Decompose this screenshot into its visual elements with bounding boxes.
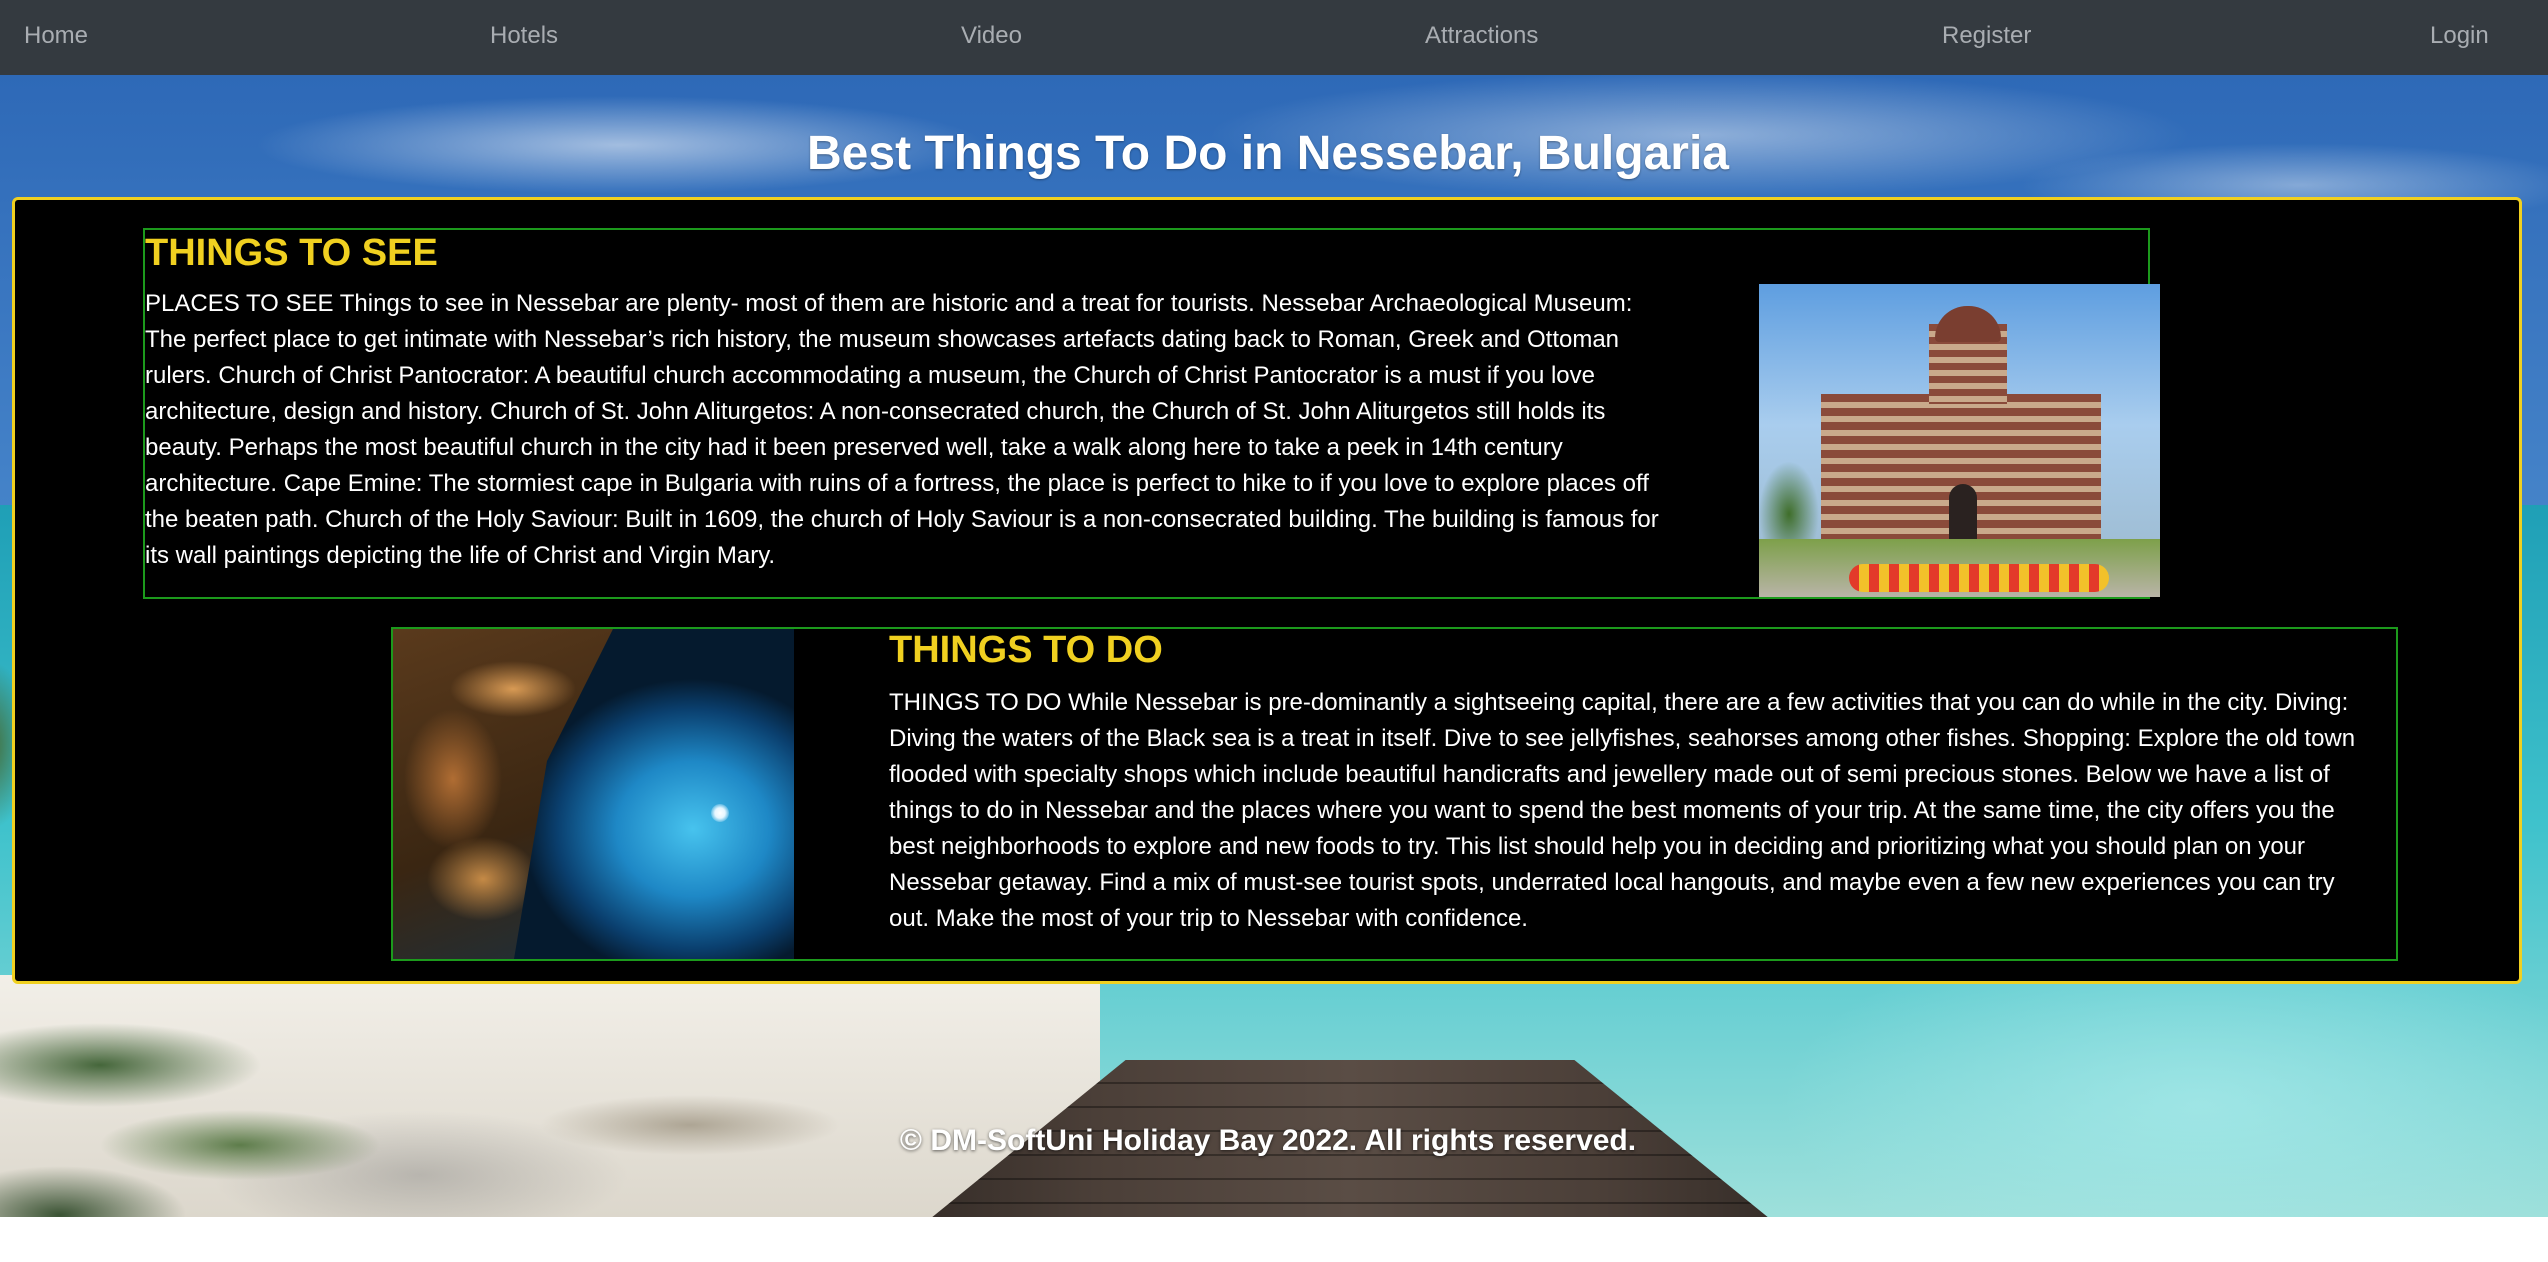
church-dome-shape: [1935, 306, 2001, 342]
nav-home-link[interactable]: Home: [24, 0, 88, 75]
things-to-do-text: THINGS TO DO While Nessebar is pre-domin…: [889, 689, 2356, 932]
nav-login-link[interactable]: Login: [2430, 0, 2489, 75]
nav-register-link[interactable]: Register: [1942, 0, 2031, 75]
church-door-shape: [1949, 484, 1977, 544]
shipwreck-shape: [393, 629, 613, 959]
top-navbar: Home Hotels Video Attractions Register L…: [0, 0, 2548, 75]
diver-light-shape: [711, 804, 729, 822]
things-to-see-heading: THINGS TO SEE: [145, 232, 438, 274]
things-to-do-heading: THINGS TO DO: [889, 629, 1163, 671]
underwater-diving-photo: [393, 629, 794, 959]
things-to-see-section: THINGS TO SEE PLACES TO SEE Things to se…: [143, 228, 2160, 599]
nav-hotels-link[interactable]: Hotels: [490, 0, 558, 75]
page-title: Best Things To Do in Nessebar, Bulgaria: [807, 127, 1729, 180]
content-panel: THINGS TO SEE PLACES TO SEE Things to se…: [12, 197, 2522, 984]
things-to-do-section: THINGS TO DO THINGS TO DO While Nessebar…: [391, 627, 2398, 961]
things-to-see-text: PLACES TO SEE Things to see in Nessebar …: [145, 290, 1659, 569]
flower-bed-shape: [1849, 564, 2109, 592]
nav-attractions-link[interactable]: Attractions: [1425, 0, 1538, 75]
palm-leaves-backdrop: [0, 955, 560, 1217]
church-photo: [1759, 284, 2160, 597]
footer-copyright: © DM-SoftUni Holiday Bay 2022. All right…: [899, 1124, 1637, 1157]
nav-video-link[interactable]: Video: [961, 0, 1022, 75]
